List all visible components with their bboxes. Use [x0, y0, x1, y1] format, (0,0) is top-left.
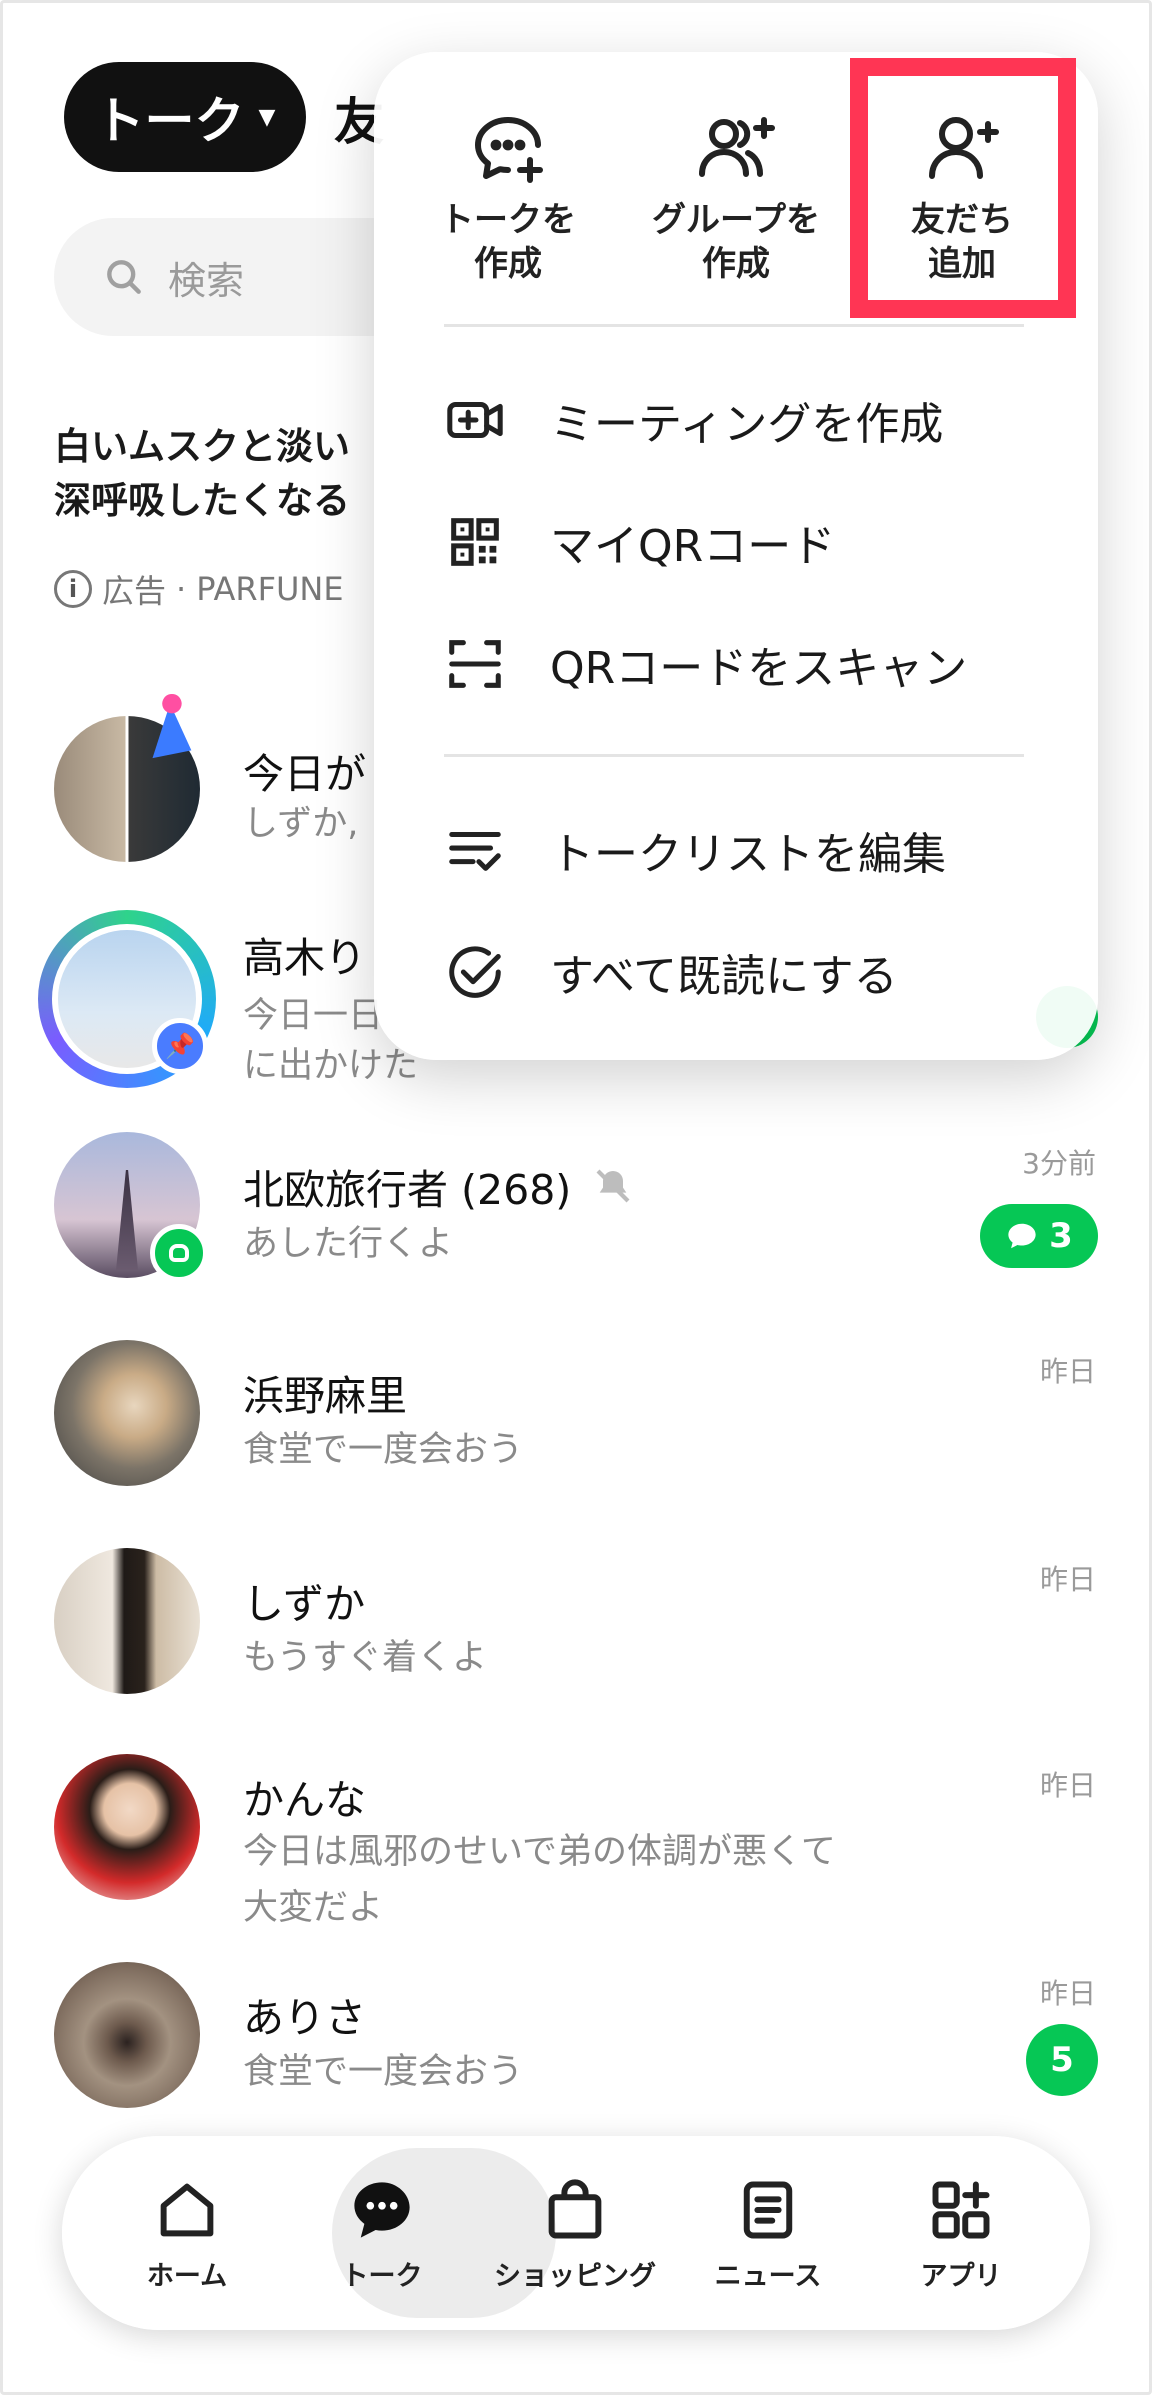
ad-title-line1: 白いムスクと淡い — [54, 425, 350, 468]
menu-item-mark-all-read[interactable]: すべて既読にする — [444, 940, 898, 1004]
chat-plus-icon — [475, 117, 543, 183]
nav-shopping[interactable]: ショッピング — [480, 2176, 670, 2293]
chat-row[interactable]: 北欧旅行者 (268) あした行くよ 3分前 3 — [0, 1130, 1152, 1310]
menu-item-scan-qr[interactable]: QRコードをスキャン — [444, 632, 967, 696]
group-plus-icon — [699, 117, 775, 177]
chat-bubble-icon — [1008, 1223, 1036, 1249]
ad-separator: · — [176, 570, 187, 608]
search-icon — [107, 260, 141, 294]
nav-label: アプリ — [920, 2261, 1002, 2292]
chat-row[interactable]: かんな 今日は風邪のせいで弟の体調が悪くて 大変だよ 昨日 — [0, 1752, 1152, 1932]
nav-label: ホーム — [146, 2261, 228, 2292]
chat-name: かんな — [243, 1776, 366, 1824]
menu-divider — [444, 324, 1024, 327]
create-group-line1: グループを — [652, 200, 820, 240]
edit-list-icon — [449, 831, 501, 871]
unread-badge: 3 — [980, 1204, 1098, 1268]
nav-apps[interactable]: アプリ — [866, 2176, 1056, 2293]
chat-name: しずか — [243, 1580, 366, 1628]
chat-row[interactable]: しずか もうすぐ着くよ 昨日 — [0, 1546, 1152, 1726]
chat-time: 昨日 — [1039, 1977, 1096, 2010]
create-talk-button[interactable]: トークを 作成 — [408, 108, 608, 286]
video-plus-icon — [447, 401, 503, 439]
menu-item-label: ミーティングを作成 — [550, 399, 944, 450]
ad-meta: i 広告 · PARFUNE — [54, 566, 344, 612]
chat-name: ありさ — [243, 1994, 366, 2042]
menu-divider — [444, 754, 1024, 757]
chat-name: 高木り — [243, 934, 366, 982]
tab-talk-dropdown[interactable]: トーク ▼ — [64, 62, 306, 172]
ad-sponsor: PARFUNE — [196, 570, 344, 608]
avatar — [54, 1754, 200, 1900]
home-icon — [160, 2183, 214, 2237]
apps-icon — [932, 2181, 990, 2239]
qr-code-icon — [451, 518, 499, 566]
ad-banner[interactable]: 白いムスクと淡い 深呼吸したくなる — [54, 420, 384, 528]
party-hat-icon — [152, 693, 192, 759]
chat-time: 昨日 — [1039, 1355, 1096, 1388]
unread-badge: 5 — [1026, 2024, 1098, 2096]
chat-preview: 食堂で一度会おう — [243, 2052, 524, 2092]
chat-name: 今日が — [243, 750, 366, 798]
search-placeholder: 検索 — [168, 258, 245, 303]
chat-row[interactable]: ありさ 食堂で一度会おう 昨日 5 — [0, 1960, 1152, 2140]
menu-item-edit-list[interactable]: トークリストを編集 — [444, 818, 946, 882]
chat-preview: あした行くよ — [243, 1224, 454, 1264]
chat-time: 昨日 — [1039, 1563, 1096, 1596]
nav-talk[interactable]: トーク — [287, 2176, 477, 2293]
avatar — [54, 1962, 200, 2108]
chat-preview: 今日一日 — [243, 996, 384, 1036]
highlight-box — [850, 58, 1076, 318]
ad-label: 広告 — [102, 572, 167, 610]
qr-scan-icon — [449, 640, 501, 688]
avatar — [54, 1548, 200, 1694]
group-icon — [150, 1224, 208, 1282]
chat-icon — [354, 2182, 410, 2238]
nav-home[interactable]: ホーム — [92, 2176, 282, 2293]
nav-label: ニュース — [714, 2261, 822, 2292]
menu-item-label: トークリストを編集 — [550, 829, 946, 880]
check-circle-icon — [449, 946, 501, 998]
chat-name: 北欧旅行者 (268) — [243, 1156, 633, 1216]
chat-preview: 今日は風邪のせいで弟の体調が悪くて — [243, 1832, 836, 1872]
avatar — [54, 1340, 200, 1486]
menu-item-label: すべて既読にする — [550, 951, 898, 1002]
unread-count: 3 — [1049, 1216, 1073, 1256]
menu-item-label: QRコードをスキャン — [550, 643, 968, 694]
create-talk-line2: 作成 — [474, 244, 542, 284]
nav-label: トーク — [341, 2261, 423, 2292]
mute-icon — [596, 1169, 630, 1203]
nav-news[interactable]: ニュース — [673, 2176, 863, 2293]
nav-label: ショッピング — [494, 2261, 656, 2292]
news-icon — [743, 2181, 793, 2239]
chevron-down-icon: ▼ — [258, 104, 276, 130]
chat-preview: 食堂で一度会おう — [243, 1430, 524, 1470]
chat-row[interactable]: 浜野麻里 食堂で一度会おう 昨日 — [0, 1338, 1152, 1518]
chat-preview-line2: に出かけた — [243, 1046, 419, 1086]
chat-preview-line2: 大変だよ — [243, 1888, 384, 1928]
menu-item-label: マイQRコード — [550, 521, 836, 572]
tab-talk-label: トーク — [94, 92, 245, 150]
menu-item-create-meeting[interactable]: ミーティングを作成 — [444, 388, 943, 452]
chat-time: 昨日 — [1039, 1769, 1096, 1802]
chat-time: 3分前 — [1022, 1147, 1096, 1180]
info-icon[interactable]: i — [54, 570, 92, 608]
create-group-line2: 作成 — [702, 244, 770, 284]
create-group-button[interactable]: グループを 作成 — [636, 108, 836, 286]
chat-name-text: 北欧旅行者 (268) — [243, 1166, 572, 1214]
chat-preview: もうすぐ着くよ — [243, 1638, 487, 1678]
chat-name: 浜野麻里 — [243, 1372, 407, 1420]
create-talk-line1: トークを — [440, 200, 576, 240]
ad-title-line2: 深呼吸したくなる — [54, 479, 350, 522]
menu-item-my-qr[interactable]: マイQRコード — [444, 510, 835, 574]
pin-icon: 📌 — [152, 1018, 208, 1074]
shopping-bag-icon — [548, 2179, 602, 2239]
chat-preview: しずか, — [243, 804, 359, 844]
